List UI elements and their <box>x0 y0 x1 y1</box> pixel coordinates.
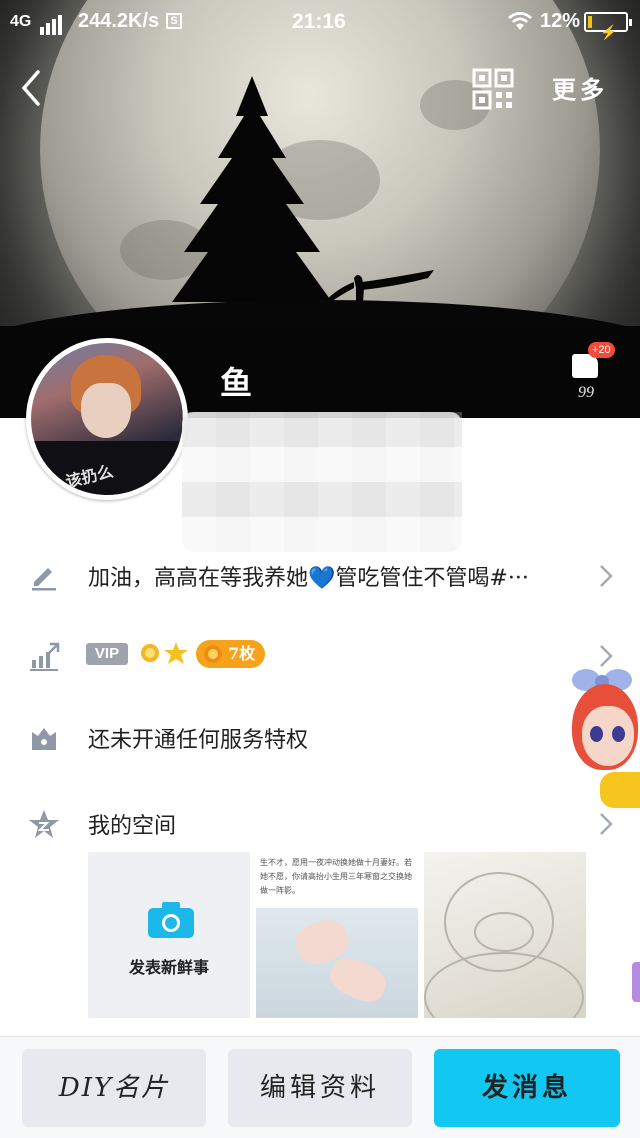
chevron-left-icon <box>21 70 40 106</box>
rank-up-icon <box>30 642 60 671</box>
battery-percent: 12% <box>540 10 581 32</box>
likes-button[interactable]: +20 99 <box>566 340 622 404</box>
avatar-face <box>81 383 131 438</box>
space-row[interactable]: 我的空间 <box>0 794 640 854</box>
space-photos: 发表新鲜事 生不才，愿用一夜冲动换她做十月妻好。若她不愿，你请高抬小生用三年寒窗… <box>88 852 588 1018</box>
hand-drawing <box>325 951 391 1009</box>
vip-row[interactable]: VIP 7枚 <box>0 626 640 686</box>
battery-fill <box>588 16 592 28</box>
network-type: 4G <box>10 13 32 30</box>
status-bar: 4G 244.2K/s S 21:16 12% ⚡ <box>0 0 640 44</box>
space-photo[interactable] <box>424 852 586 1018</box>
mosaic-blur <box>182 412 462 552</box>
bottom-action-bar: DIY名片 编辑资料 发消息 <box>0 1036 640 1138</box>
edit-profile-button[interactable]: 编辑资料 <box>228 1049 412 1127</box>
coin-badge: 7枚 <box>196 640 266 668</box>
battery-icon: ⚡ <box>584 12 632 40</box>
sketch-stroke <box>474 912 534 952</box>
star-icon <box>29 810 59 838</box>
pencil-icon <box>32 568 56 591</box>
tree-silhouette <box>172 76 332 328</box>
floating-avatar-character[interactable] <box>566 666 640 826</box>
character-eye <box>590 726 603 742</box>
signature-row[interactable]: 加油，高高在等我养她💙管吃管住不管喝#··· <box>0 546 640 606</box>
qr-code-icon <box>472 68 514 110</box>
service-text: 还未开通任何服务特权 <box>88 728 309 753</box>
character-eye <box>612 726 625 742</box>
photo-caption: 生不才，愿用一夜冲动换她做十月妻好。若她不愿，你请高抬小生用三年寒窗之交换她做一… <box>260 858 412 895</box>
camera-icon <box>148 902 194 938</box>
diy-card-button[interactable]: DIY名片 <box>22 1049 206 1127</box>
signature-text: 加油，高高在等我养她💙管吃管住不管喝#··· <box>88 566 529 591</box>
back-button[interactable] <box>14 64 48 112</box>
crown-box-icon <box>32 728 56 750</box>
avatar[interactable]: 该扔么 <box>26 338 188 500</box>
charging-bolt-icon: ⚡ <box>600 24 618 40</box>
post-new-button[interactable]: 发表新鲜事 <box>88 852 250 1018</box>
space-text: 我的空间 <box>88 814 177 839</box>
likes-count: 99 <box>578 384 594 401</box>
s-badge-icon: S <box>166 13 182 29</box>
vip-badge: VIP <box>86 643 128 665</box>
service-row[interactable]: 还未开通任何服务特权 <box>0 708 640 768</box>
nickname: 鱼 <box>220 364 253 402</box>
floating-avatar-edge <box>632 962 640 1002</box>
qr-code-button[interactable] <box>472 68 514 110</box>
likes-badge: +20 <box>588 342 615 358</box>
post-new-label: 发表新鲜事 <box>128 958 209 977</box>
wifi-icon <box>506 8 534 38</box>
more-button[interactable]: 更多 <box>552 70 608 105</box>
sketch-stroke <box>424 952 584 1018</box>
level-icons <box>141 642 188 664</box>
send-message-button[interactable]: 发消息 <box>434 1049 620 1127</box>
character-body <box>600 772 640 808</box>
clock: 21:16 <box>292 10 346 33</box>
signal-icon <box>40 12 64 35</box>
space-photo[interactable]: 生不才，愿用一夜冲动换她做十月妻好。若她不愿，你请高抬小生用三年寒窗之交换她做一… <box>256 852 418 1018</box>
net-speed: 244.2K/s <box>78 10 160 32</box>
chevron-right-icon <box>600 565 613 587</box>
